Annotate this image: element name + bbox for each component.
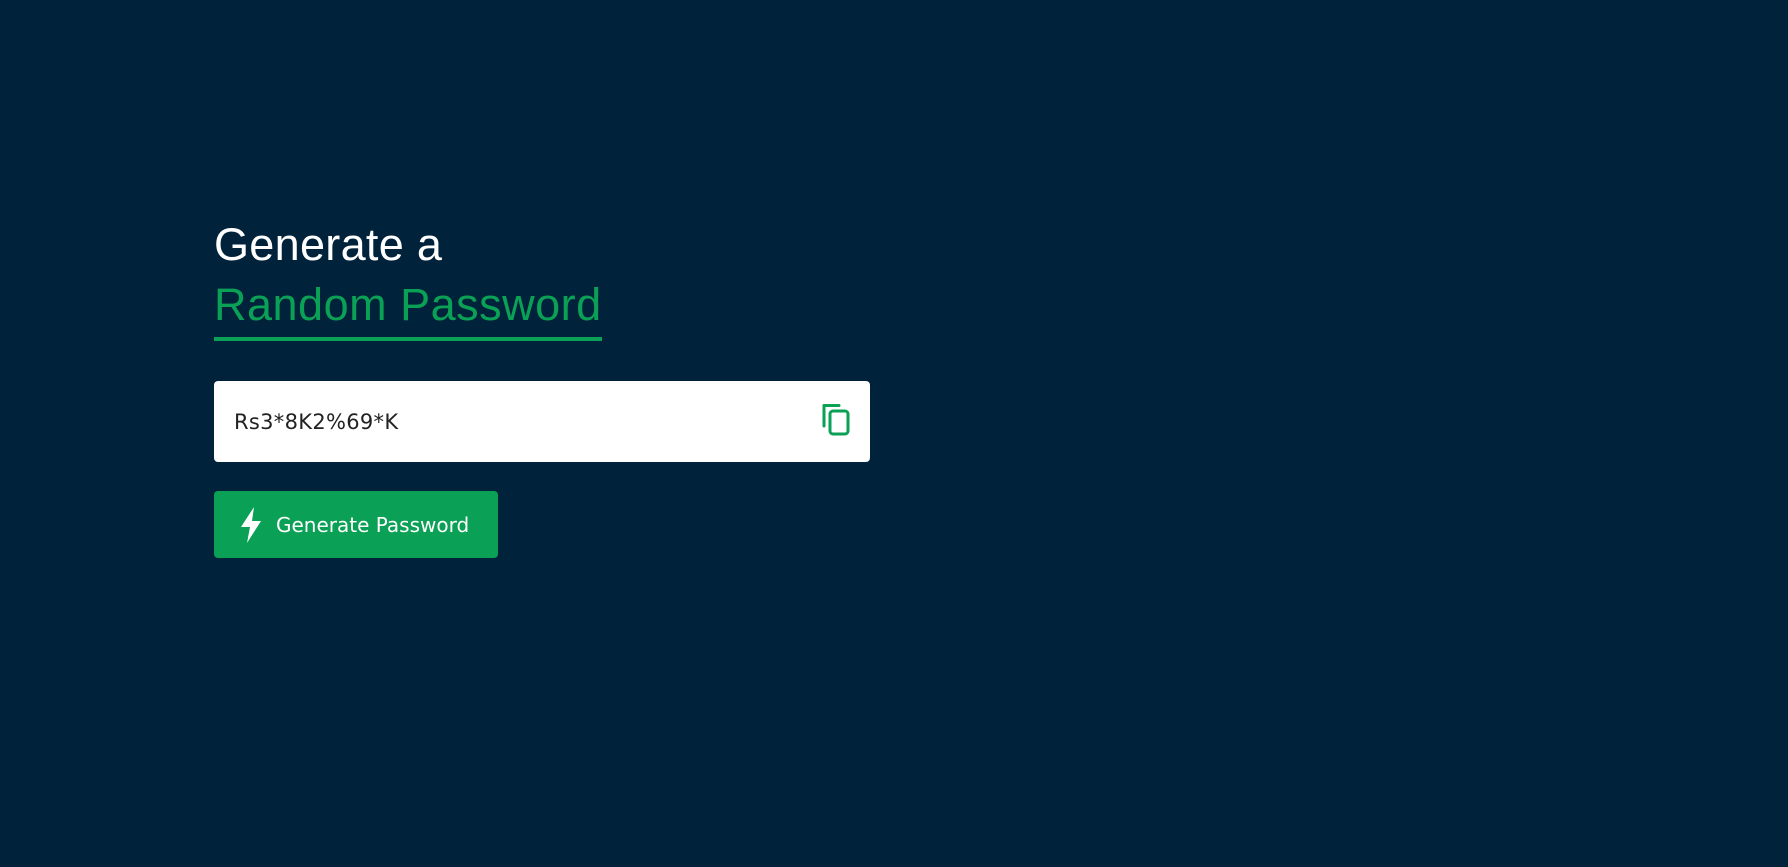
heading-subtitle: Random Password xyxy=(214,279,602,330)
copy-button[interactable] xyxy=(818,402,854,442)
lightning-bolt-icon xyxy=(236,506,266,544)
heading-subtitle-underlined: Random Password xyxy=(214,277,602,341)
generate-password-button[interactable]: Generate Password xyxy=(214,491,498,558)
password-generator: Generate a Random Password Generate Pass… xyxy=(214,217,870,558)
password-field[interactable] xyxy=(234,409,794,434)
heading-title: Generate a xyxy=(214,219,443,270)
password-display-box xyxy=(214,381,870,462)
generate-button-label: Generate Password xyxy=(276,512,470,537)
copy-icon xyxy=(821,402,851,441)
